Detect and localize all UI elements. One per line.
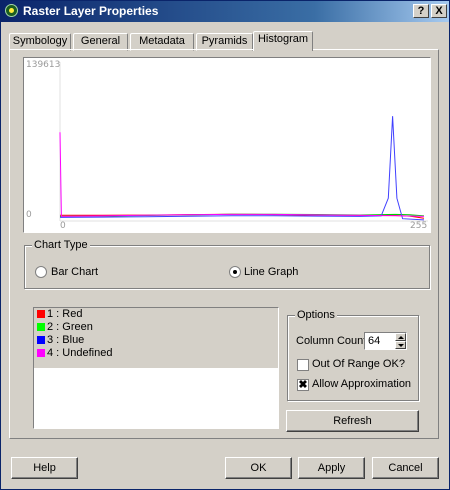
histogram-plot: 139613 0 0 255 [23,57,431,233]
bar-chart-label: Bar Chart [51,266,99,278]
ok-button[interactable]: OK [225,457,292,479]
band-list[interactable]: 1 : Red 2 : Green 3 : Blue 4 : Undefined [33,307,279,429]
band-label: 3 : Blue [47,334,85,346]
close-button[interactable]: X [431,4,447,18]
magenta-swatch [37,349,45,357]
allow-approximation-checkbox[interactable]: ✖ [297,379,309,391]
help-button[interactable]: Help [11,457,78,479]
cancel-button[interactable]: Cancel [372,457,439,479]
band-label: 1 : Red [47,308,83,320]
series-line-4 [59,132,425,217]
raster-layer-properties-dialog: Raster Layer Properties ? X Symbology Ge… [0,0,450,490]
title-bar: Raster Layer Properties ? X [1,1,449,22]
spin-down-arrow-icon[interactable] [395,341,406,349]
histogram-chart [59,62,428,222]
column-count-label: Column Count: [296,335,370,347]
band-label: 2 : Green [47,321,93,333]
qgis-icon [5,4,18,17]
band-list-items: 1 : Red 2 : Green 3 : Blue 4 : Undefined [34,308,278,368]
band-item-undefined[interactable]: 4 : Undefined [34,347,278,360]
spin-up-arrow-icon[interactable] [395,333,406,341]
line-graph-radio[interactable] [229,266,241,278]
chart-type-title: Chart Type [32,239,90,251]
band-item-green[interactable]: 2 : Green [34,321,278,334]
column-count-spinbox[interactable]: 64 [364,332,407,350]
column-count-value: 64 [368,335,381,347]
out-of-range-checkbox[interactable] [297,359,309,371]
green-swatch [37,323,45,331]
window-title: Raster Layer Properties [23,4,159,18]
line-graph-label: Line Graph [244,266,299,278]
out-of-range-label: Out Of Range OK? [312,358,405,370]
band-item-blue[interactable]: 3 : Blue [34,334,278,347]
tab-histogram[interactable]: Histogram [253,31,313,51]
context-help-button[interactable]: ? [413,4,429,18]
band-item-red[interactable]: 1 : Red [34,308,278,321]
refresh-button[interactable]: Refresh [286,410,419,432]
allow-approximation-label: Allow Approximation [312,378,412,390]
blue-swatch [37,336,45,344]
band-label: 4 : Undefined [47,347,113,359]
apply-button[interactable]: Apply [298,457,365,479]
spin-buttons [395,333,406,349]
series-line-3 [59,116,425,221]
bar-chart-radio[interactable] [35,266,47,278]
red-swatch [37,310,45,318]
options-title: Options [295,309,337,321]
